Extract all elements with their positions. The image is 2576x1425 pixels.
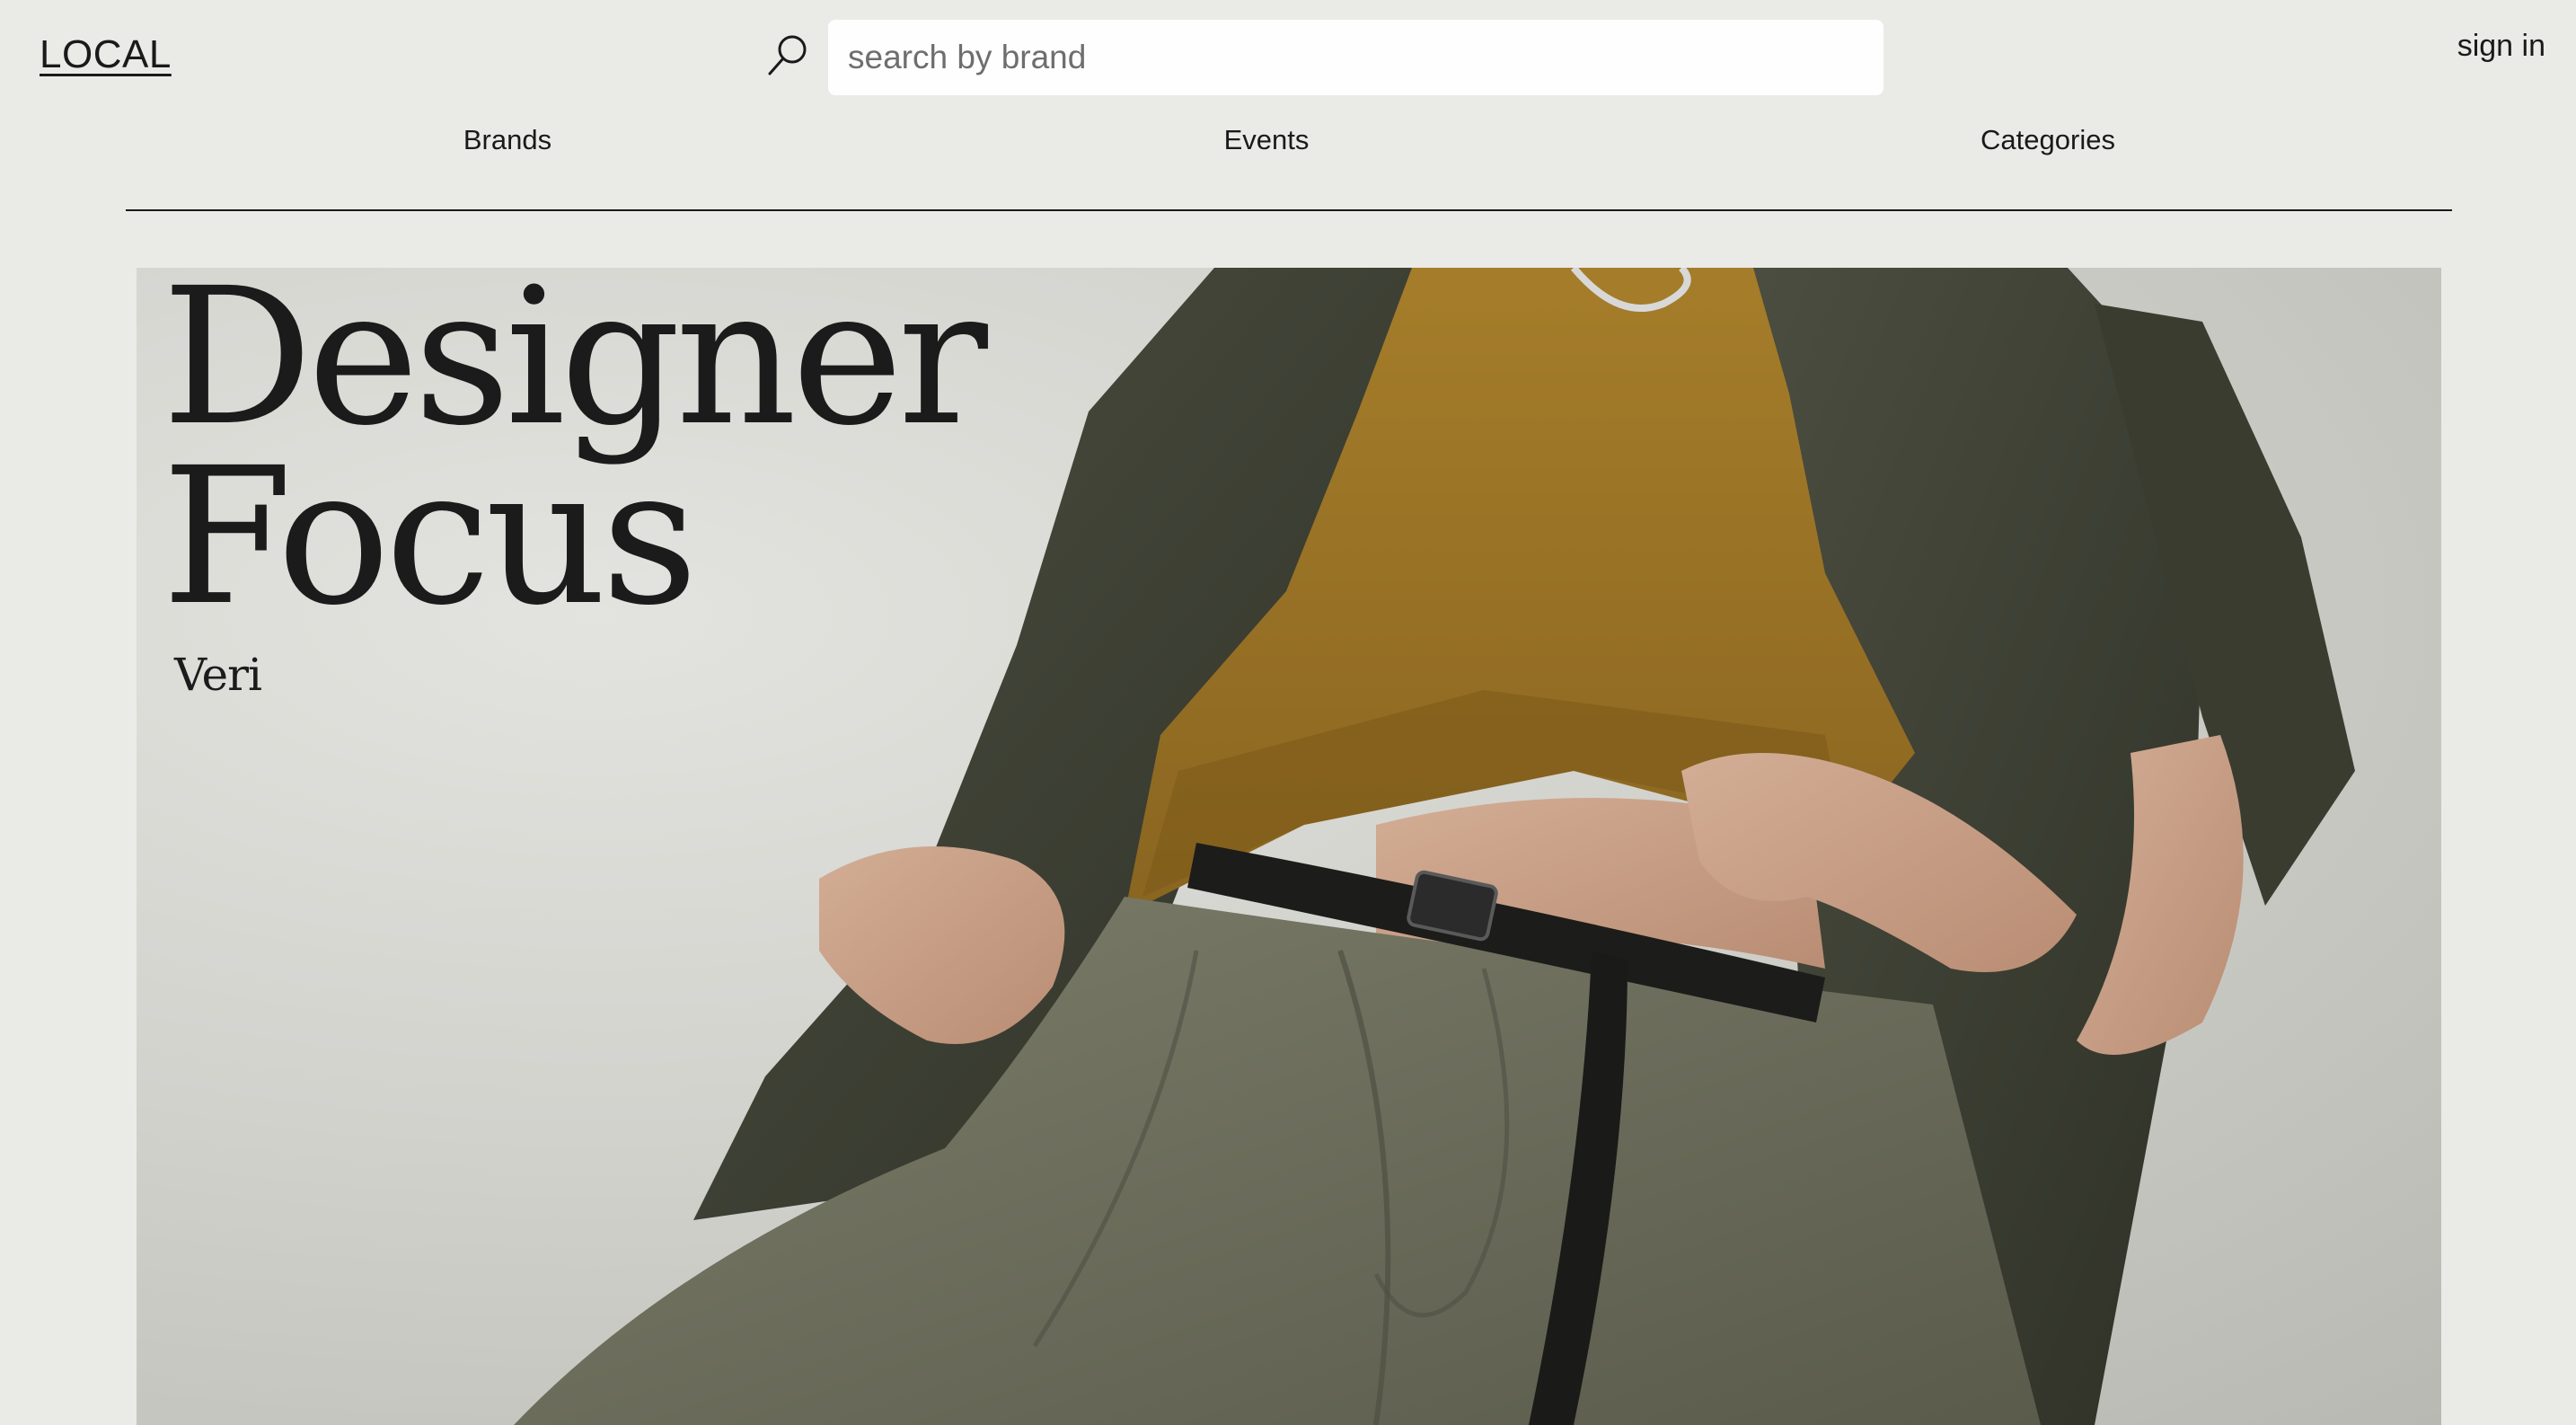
nav-divider (126, 209, 2452, 211)
sign-in-link[interactable]: sign in (2457, 29, 2545, 64)
hero-banner[interactable]: Designer Focus Veri (137, 268, 2441, 1425)
nav-categories[interactable]: Categories (1981, 124, 2115, 156)
search-icon[interactable] (765, 32, 810, 77)
page: LOCAL sign in Brands Events Categories (0, 0, 2576, 1425)
nav-brands[interactable]: Brands (463, 124, 551, 156)
nav-events[interactable]: Events (1224, 124, 1310, 156)
hero-title: Designer Focus (162, 268, 988, 647)
hero-subtitle: Veri (174, 649, 262, 701)
logo[interactable]: LOCAL (40, 32, 172, 77)
search-input[interactable] (828, 20, 1883, 95)
